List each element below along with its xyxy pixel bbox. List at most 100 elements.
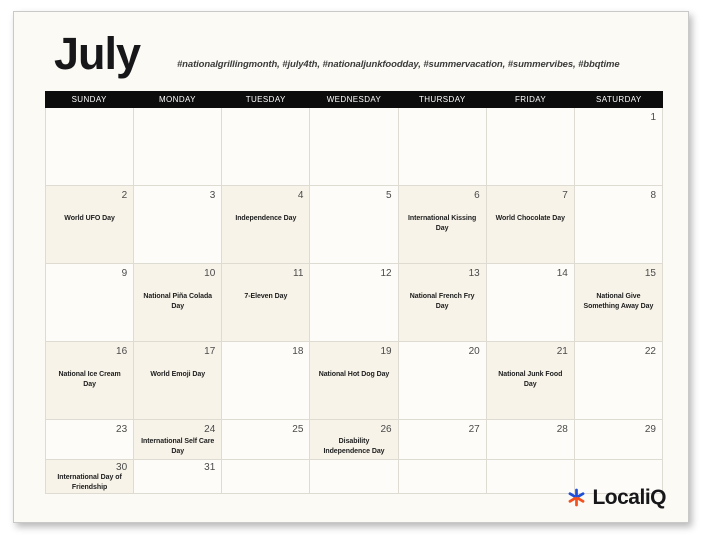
day-cell-6[interactable]: 6 International Kissing Day xyxy=(398,186,487,264)
day-cell-28[interactable]: 28 xyxy=(486,420,575,460)
day-cell-26[interactable]: 26 Disability Independence Day xyxy=(310,420,399,460)
date-number: 16 xyxy=(116,346,128,357)
date-number: 28 xyxy=(556,424,568,435)
day-cell-10[interactable]: 10 National Piña Colada Day xyxy=(134,264,223,342)
day-cell-21[interactable]: 21 National Junk Food Day xyxy=(486,342,575,420)
date-number: 1 xyxy=(650,112,656,123)
day-cell-30[interactable]: 30 International Day of Friendship xyxy=(46,460,135,494)
hashtag-list: #nationalgrillingmonth, #july4th, #natio… xyxy=(177,59,620,70)
day-cell-4[interactable]: 4 Independence Day xyxy=(222,186,311,264)
day-cell-empty xyxy=(222,460,311,494)
date-number: 7 xyxy=(562,190,568,201)
event-label: Independence Day xyxy=(235,215,297,222)
day-cell-11[interactable]: 11 7-Eleven Day xyxy=(222,264,311,342)
week-row: 1 xyxy=(45,108,663,186)
date-number: 14 xyxy=(556,268,568,279)
event-label: World Chocolate Day xyxy=(495,215,565,222)
day-cell-12[interactable]: 12 xyxy=(310,264,399,342)
day-cell-1[interactable]: 1 xyxy=(574,108,663,186)
event-label: International Day of Friendship xyxy=(57,474,122,491)
day-cell-18[interactable]: 18 xyxy=(222,342,311,420)
date-number: 6 xyxy=(474,190,480,201)
date-number: 12 xyxy=(380,268,392,279)
day-cell-31[interactable]: 31 xyxy=(134,460,223,494)
week-row: 2 World UFO Day 3 4 Independence Day 5 6 Intern… xyxy=(45,186,663,264)
event-label: International Kissing Day xyxy=(408,215,477,232)
day-cell-2[interactable]: 2 World UFO Day xyxy=(46,186,135,264)
date-number: 21 xyxy=(556,346,568,357)
date-number: 25 xyxy=(292,424,304,435)
date-number: 10 xyxy=(204,268,216,279)
event-label: World Emoji Day xyxy=(150,371,206,378)
date-number: 22 xyxy=(644,346,656,357)
page-title: July xyxy=(54,28,141,79)
day-cell-19[interactable]: 19 National Hot Dog Day xyxy=(310,342,399,420)
date-number: 2 xyxy=(121,190,128,201)
event-label: National Piña Colada Day xyxy=(143,293,213,310)
day-cell-empty xyxy=(486,108,575,186)
day-cell-22[interactable]: 22 xyxy=(574,342,663,420)
calendar-card: July #nationalgrillingmonth, #july4th, #… xyxy=(13,11,689,523)
day-cell-8[interactable]: 8 xyxy=(574,186,663,264)
date-number: 15 xyxy=(644,268,656,279)
date-number: 20 xyxy=(468,346,480,357)
date-number: 26 xyxy=(380,424,392,435)
event-label: National Ice Cream Day xyxy=(58,371,121,388)
day-cell-9[interactable]: 9 xyxy=(46,264,135,342)
weekday-header-row: SUNDAY MONDAY TUESDAY WEDNESDAY THURSDAY FRID… xyxy=(45,91,663,108)
day-cell-5[interactable]: 5 xyxy=(310,186,399,264)
day-cell-3[interactable]: 3 xyxy=(134,186,223,264)
day-cell-empty xyxy=(134,108,223,186)
day-cell-14[interactable]: 14 xyxy=(486,264,575,342)
date-number: 17 xyxy=(204,346,216,357)
week-row: 9 10 National Piña Colada Day 11 7-Eleven Da… xyxy=(45,264,663,342)
calendar-header: July #nationalgrillingmonth, #july4th, #… xyxy=(14,12,688,88)
event-label: World UFO Day xyxy=(64,215,115,222)
event-label: 7-Eleven Day xyxy=(244,293,288,300)
day-cell-empty xyxy=(222,108,311,186)
day-cell-17[interactable]: 17 World Emoji Day xyxy=(134,342,223,420)
day-cell-16[interactable]: 16 National Ice Cream Day xyxy=(46,342,135,420)
day-cell-7[interactable]: 7 World Chocolate Day xyxy=(486,186,575,264)
date-number: 24 xyxy=(204,424,216,435)
day-cell-15[interactable]: 15 National Give Something Away Day xyxy=(574,264,663,342)
day-cell-25[interactable]: 25 xyxy=(222,420,311,460)
day-cell-13[interactable]: 13 National French Fry Day xyxy=(398,264,487,342)
weekday-header-friday: FRIDAY xyxy=(514,95,547,104)
date-number: 18 xyxy=(292,346,304,357)
date-number: 23 xyxy=(116,424,128,435)
day-cell-empty xyxy=(46,108,135,186)
date-number: 11 xyxy=(293,268,304,279)
event-label: National French Fry Day xyxy=(409,293,475,310)
day-cell-23[interactable]: 23 xyxy=(46,420,135,460)
date-number: 27 xyxy=(468,424,480,435)
event-label: National Hot Dog Day xyxy=(318,371,390,378)
event-label: National Give Something Away Day xyxy=(583,293,654,310)
calendar-body: 1 2 World UFO Day 3 4 Independence Day 5 6 Inter… xyxy=(45,108,663,494)
day-cell-20[interactable]: 20 xyxy=(398,342,487,420)
weekday-header-thursday: THURSDAY xyxy=(418,95,466,104)
weekday-header-sunday: SUNDAY xyxy=(71,95,107,104)
date-number: 31 xyxy=(204,462,216,473)
weekday-header-tuesday: TUESDAY xyxy=(245,95,286,104)
event-label: National Junk Food Day xyxy=(498,371,563,388)
day-cell-empty xyxy=(398,460,487,494)
date-number: 19 xyxy=(380,346,392,357)
day-cell-27[interactable]: 27 xyxy=(398,420,487,460)
day-cell-24[interactable]: 24 International Self Care Day xyxy=(134,420,223,460)
date-number: 8 xyxy=(650,190,656,201)
date-number: 29 xyxy=(644,424,656,435)
date-number: 13 xyxy=(468,268,480,279)
date-number: 3 xyxy=(209,190,216,201)
brand-name: LocaliQ xyxy=(592,486,666,509)
date-number: 9 xyxy=(121,268,128,279)
event-label: Disability Independence Day xyxy=(323,438,385,455)
event-label: International Self Care Day xyxy=(141,438,215,455)
day-cell-29[interactable]: 29 xyxy=(574,420,663,460)
day-cell-empty xyxy=(310,460,399,494)
weekday-header-saturday: SATURDAY xyxy=(596,95,642,104)
week-row: 16 National Ice Cream Day 17 World Emoji Da… xyxy=(45,342,663,420)
day-cell-empty xyxy=(398,108,487,186)
calendar-grid: SUNDAY MONDAY TUESDAY WEDNESDAY THURSDAY FRID… xyxy=(45,91,663,494)
week-row: 23 24 International Self Care Day 25 26 Disab… xyxy=(45,420,663,460)
